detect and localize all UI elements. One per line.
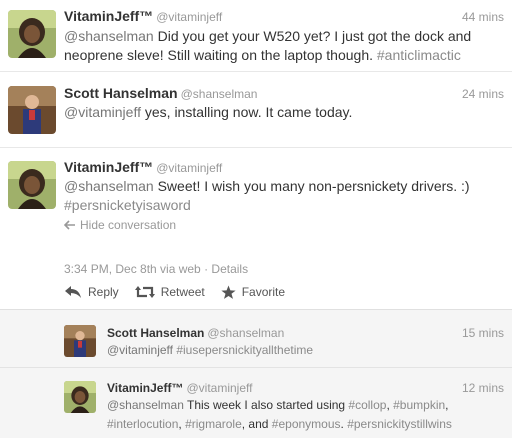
star-icon: [221, 285, 236, 299]
hashtag-link[interactable]: #interlocution: [107, 417, 178, 431]
reply-label: Reply: [88, 285, 119, 299]
text-segment: This week I also started using: [183, 398, 349, 412]
mention-link[interactable]: @vitaminjeff: [107, 343, 173, 357]
author-name[interactable]: VitaminJeff™: [64, 8, 153, 24]
tweet[interactable]: Scott Hanselman @shanselman 24 mins @vita…: [0, 72, 512, 148]
mention-link[interactable]: @shanselman: [64, 178, 154, 194]
tweet-text: @shanselman Did you get your W520 yet? I…: [64, 27, 504, 65]
avatar[interactable]: [8, 161, 56, 209]
tweet-text: @vitaminjeff #iusepersnickityallthetime: [107, 341, 502, 360]
mention-link[interactable]: @vitaminjeff: [64, 104, 141, 120]
author-name[interactable]: Scott Hanselman: [107, 326, 204, 340]
author-name[interactable]: VitaminJeff™: [64, 159, 153, 175]
author-name[interactable]: Scott Hanselman: [64, 85, 178, 101]
hashtag-link[interactable]: #rigmarole: [185, 417, 242, 431]
tweet-text: @shanselman Sweet! I wish you many non-p…: [64, 177, 494, 215]
hide-conversation-label: Hide conversation: [80, 218, 177, 232]
tweet-header: Scott Hanselman @shanselman: [64, 85, 257, 103]
tweet-header: VitaminJeff™ @vitaminjeff: [64, 8, 222, 26]
hide-conversation-link[interactable]: Hide conversation: [63, 218, 177, 232]
reply-tweet[interactable]: VitaminJeff™ @vitaminjeff 12 mins @shanse…: [0, 368, 512, 438]
text-segment: Sweet! I wish you many non-persnickety d…: [153, 178, 470, 194]
author-handle[interactable]: @vitaminjeff: [156, 10, 222, 24]
hashtag-link[interactable]: #anticlimactic: [377, 47, 461, 63]
tweet-time[interactable]: 12 mins: [462, 381, 504, 395]
tweet-time[interactable]: 44 mins: [462, 10, 504, 24]
avatar[interactable]: [64, 381, 96, 413]
retweet-button[interactable]: Retweet: [134, 285, 205, 299]
author-handle[interactable]: @shanselman: [181, 87, 258, 101]
tweet-actions: Reply Retweet Favorite: [64, 282, 301, 302]
avatar[interactable]: [8, 10, 56, 58]
reply-button[interactable]: Reply: [64, 285, 119, 299]
arrow-left-icon: [63, 220, 75, 230]
tweet-time[interactable]: 15 mins: [462, 326, 504, 340]
mention-link[interactable]: @shanselman: [107, 398, 184, 412]
text-segment: ,: [445, 398, 449, 412]
tweet-header: VitaminJeff™ @vitaminjeff: [107, 379, 252, 397]
avatar[interactable]: [64, 325, 96, 357]
reply-tweet[interactable]: Scott Hanselman @shanselman 15 mins @vita…: [0, 310, 512, 368]
author-name[interactable]: VitaminJeff™: [107, 381, 183, 395]
favorite-label: Favorite: [241, 285, 286, 299]
text-segment: yes, installing now. It came today.: [140, 104, 353, 120]
avatar[interactable]: [8, 86, 56, 134]
hashtag-link[interactable]: #collop: [348, 398, 386, 412]
reply-arrow-icon: [65, 286, 81, 298]
tweet[interactable]: VitaminJeff™ @vitaminjeff 44 mins @shanse…: [0, 0, 512, 72]
tweet-text: @vitaminjeff yes, installing now. It cam…: [64, 103, 504, 122]
text-segment: , and: [241, 417, 272, 431]
hashtag-link[interactable]: #persnicketyisaword: [64, 197, 191, 213]
hashtag-link[interactable]: #iusepersnickityallthetime: [176, 343, 313, 357]
tweet-time[interactable]: 24 mins: [462, 87, 504, 101]
tweet-meta[interactable]: 3:34 PM, Dec 8th via web · Details: [64, 262, 248, 276]
author-handle[interactable]: @vitaminjeff: [186, 381, 252, 395]
author-handle[interactable]: @shanselman: [207, 326, 284, 340]
hashtag-link[interactable]: #bumpkin: [393, 398, 445, 412]
retweet-label: Retweet: [160, 285, 205, 299]
author-handle[interactable]: @vitaminjeff: [156, 161, 222, 175]
hashtag-link[interactable]: #persnickitystillwins: [347, 417, 452, 431]
tweet-text: @shanselman This week I also started usi…: [107, 396, 505, 434]
tweet-header: VitaminJeff™ @vitaminjeff: [64, 159, 222, 177]
favorite-button[interactable]: Favorite: [221, 285, 285, 300]
tweet-header: Scott Hanselman @shanselman: [107, 324, 284, 342]
hashtag-link[interactable]: #eponymous: [272, 417, 341, 431]
mention-link[interactable]: @shanselman: [64, 28, 154, 44]
retweet-icon: [134, 286, 155, 298]
